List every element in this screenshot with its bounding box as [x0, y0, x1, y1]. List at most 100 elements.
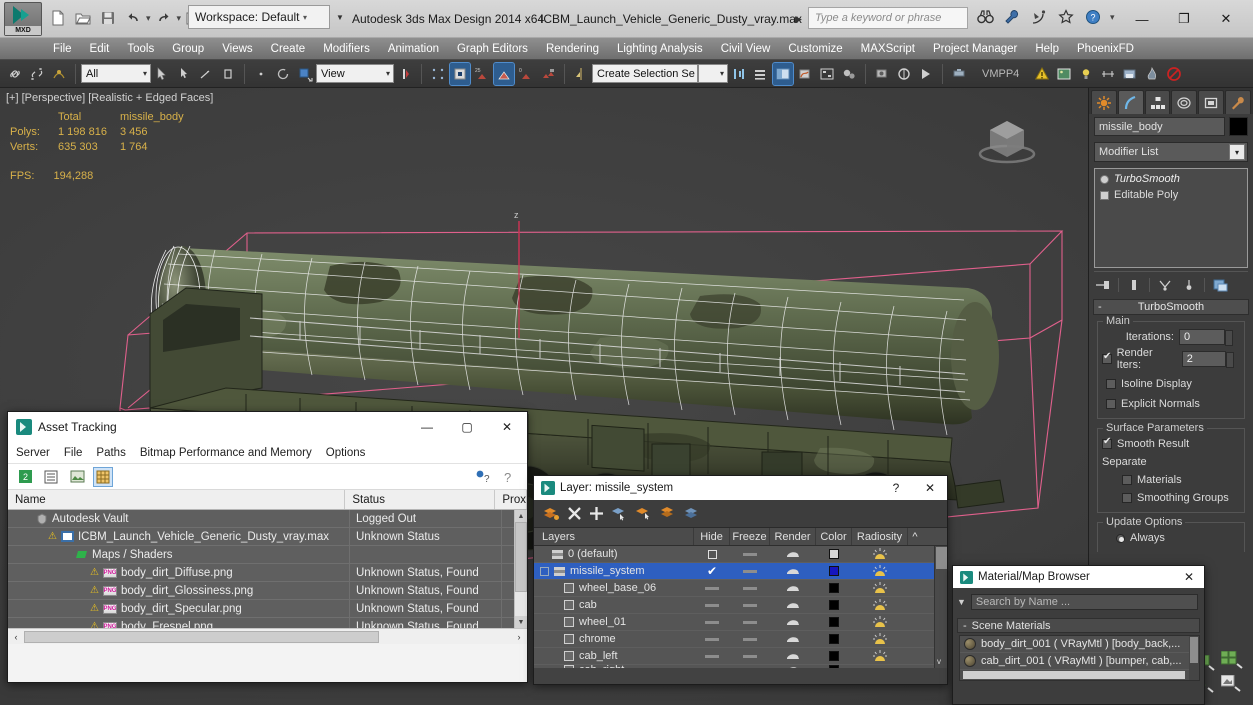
menu-item-animation[interactable]: Animation [379, 38, 448, 60]
delete-layer-icon[interactable] [567, 506, 582, 521]
layer-dialog-vertical-scrollbar[interactable]: v [934, 546, 947, 668]
at-menu-file[interactable]: File [64, 447, 83, 459]
at-menu-options[interactable]: Options [326, 447, 366, 459]
material-search-input[interactable]: Search by Name ... [970, 594, 1198, 610]
open-file-icon[interactable] [71, 6, 95, 30]
table-row[interactable]: cab_right [534, 665, 947, 668]
table-row[interactable]: chrome [534, 631, 947, 648]
star-icon[interactable] [1056, 7, 1076, 27]
named-selection-set-combo[interactable]: Create Selection Se [592, 64, 698, 83]
menu-item-maxscript[interactable]: MAXScript [852, 38, 924, 60]
color-cell-3[interactable] [816, 600, 852, 610]
column-header-prox[interactable]: Prox [495, 490, 527, 509]
column-header-radiosity[interactable]: Radiosity [852, 528, 908, 545]
modifier-stack-item-turbosmooth[interactable]: TurboSmooth [1097, 171, 1245, 187]
iterations-spinner[interactable]: 0 [1179, 329, 1233, 346]
undo-dropdown-dot[interactable]: ▾ [146, 13, 151, 24]
layer-dialog[interactable]: Layer: missile_system ? ✕ Layers Hide Fr… [533, 475, 948, 685]
select-and-move-icon[interactable] [251, 63, 271, 85]
radiosity-cell-4[interactable] [852, 615, 908, 629]
workspace-dropdown-button[interactable]: ▼ [332, 5, 348, 29]
asset-tracking-minimize-button[interactable]: — [407, 412, 447, 442]
material-browser-title-bar[interactable]: Material/Map Browser ✕ [953, 566, 1204, 588]
material-list-vertical-scrollbar[interactable] [1189, 636, 1199, 680]
menu-item-file[interactable]: File [44, 38, 81, 60]
table-row[interactable]: missile_system ✔ [534, 563, 947, 580]
list-item[interactable]: cab_dirt_001 ( VRayMtl ) [bumper, cab,..… [960, 653, 1199, 670]
radiosity-cell-1[interactable] [852, 564, 908, 578]
update-always-radio[interactable] [1116, 533, 1125, 543]
table-row[interactable]: wheel_base_06 [534, 580, 947, 597]
asset-tracking-window[interactable]: Asset Tracking — ▢ ✕ Server File Paths B… [7, 411, 528, 683]
asset-tracking-list[interactable]: Autodesk Vault Logged Out ⚠ ICBM_Launch_… [8, 510, 527, 628]
close-button[interactable]: ✕ [1205, 6, 1247, 32]
header-scroll-up-icon[interactable]: ^ [908, 528, 922, 545]
named-selection-set-dropdown[interactable]: ▾ [698, 64, 728, 83]
table-row[interactable]: ⚠ PNG body_dirt_Diffuse.png Unknown Stat… [8, 564, 527, 582]
hide-cell-0[interactable] [694, 549, 730, 559]
column-header-name[interactable]: Name [8, 490, 346, 509]
column-header-status[interactable]: Status [345, 490, 496, 509]
menu-item-civil-view[interactable]: Civil View [712, 38, 780, 60]
snaps-toggle-icon[interactable] [449, 61, 471, 86]
minimize-button[interactable]: — [1121, 6, 1163, 32]
create-new-layer-icon[interactable] [543, 506, 560, 521]
asset-tracking-horizontal-scrollbar[interactable]: ‹ › [8, 628, 527, 644]
angle-snap-toggle-icon[interactable]: 25 [472, 63, 492, 85]
percent-snap-toggle-icon[interactable] [493, 61, 515, 86]
render-cell-4[interactable] [770, 617, 816, 628]
color-cell-6[interactable] [816, 651, 852, 661]
render-grid-icon[interactable] [1221, 651, 1245, 669]
freeze-cell-6[interactable] [730, 654, 770, 658]
material-browser-close-button[interactable]: ✕ [1174, 566, 1204, 588]
scene-materials-list[interactable]: body_dirt_001 ( VRayMtl ) [body_back,...… [959, 635, 1200, 681]
window-crossing-icon[interactable] [218, 63, 238, 85]
table-row[interactable]: ⚠ PNG body_dirt_Glossiness.png Unknown S… [8, 582, 527, 600]
table-view-icon[interactable] [93, 466, 113, 487]
rollout-collapse-icon[interactable]: - [1098, 301, 1102, 313]
make-unique-icon[interactable] [1156, 277, 1174, 293]
column-header-freeze[interactable]: Freeze [730, 528, 770, 545]
layer-manager-icon[interactable] [751, 63, 771, 85]
help-icon[interactable]: ? [1083, 7, 1103, 27]
menu-item-rendering[interactable]: Rendering [537, 38, 608, 60]
vray-toolbar-icon[interactable] [949, 63, 969, 85]
menu-item-graph-editors[interactable]: Graph Editors [448, 38, 537, 60]
at-menu-bitmap[interactable]: Bitmap Performance and Memory [140, 447, 312, 459]
environment-icon[interactable] [1054, 63, 1074, 85]
asset-tracking-title-bar[interactable]: Asset Tracking — ▢ ✕ [8, 412, 527, 442]
configure-modifier-sets-icon[interactable] [1211, 277, 1229, 293]
render-cell-2[interactable] [770, 583, 816, 594]
menu-item-modifiers[interactable]: Modifiers [314, 38, 379, 60]
unlink-selection-icon[interactable] [27, 63, 47, 85]
scroll-right-arrow-icon[interactable]: › [511, 632, 527, 642]
menu-item-tools[interactable]: Tools [118, 38, 163, 60]
column-header-color[interactable]: Color [816, 528, 852, 545]
section-collapse-icon[interactable]: - [963, 620, 967, 632]
menu-item-views[interactable]: Views [213, 38, 261, 60]
modifier-list-dropdown[interactable]: Modifier List ▾ [1094, 142, 1248, 162]
explicit-normals-checkbox[interactable] [1106, 399, 1116, 409]
select-and-link-icon[interactable] [5, 63, 25, 85]
render-preview-icon[interactable] [1221, 675, 1243, 693]
material-map-browser[interactable]: Material/Map Browser ✕ ▼ Search by Name … [952, 565, 1205, 705]
table-row[interactable]: Autodesk Vault Logged Out [8, 510, 527, 528]
expand-collapse-icon[interactable] [540, 566, 549, 576]
bind-to-space-warp-icon[interactable] [49, 63, 69, 85]
hide-cell-3[interactable] [694, 603, 730, 607]
layer-dialog-title-bar[interactable]: Layer: missile_system ? ✕ [534, 476, 947, 500]
satellite-icon[interactable] [1029, 7, 1049, 27]
thumbnail-view-icon[interactable] [68, 468, 86, 486]
color-cell-4[interactable] [816, 617, 852, 627]
freeze-cell-4[interactable] [730, 620, 770, 624]
at-menu-paths[interactable]: Paths [96, 447, 125, 459]
radiosity-cell-0[interactable] [852, 547, 908, 561]
wrench-icon[interactable] [1002, 7, 1022, 27]
display-tab[interactable] [1198, 90, 1225, 114]
refresh-icon[interactable]: 2 [16, 468, 34, 486]
isoline-display-checkbox[interactable] [1106, 379, 1116, 389]
menu-item-phoenixfd[interactable]: PhoenixFD [1068, 38, 1143, 60]
radiosity-cell-5[interactable] [852, 632, 908, 646]
asset-tracking-maximize-button[interactable]: ▢ [447, 412, 487, 442]
menu-item-help[interactable]: Help [1026, 38, 1068, 60]
